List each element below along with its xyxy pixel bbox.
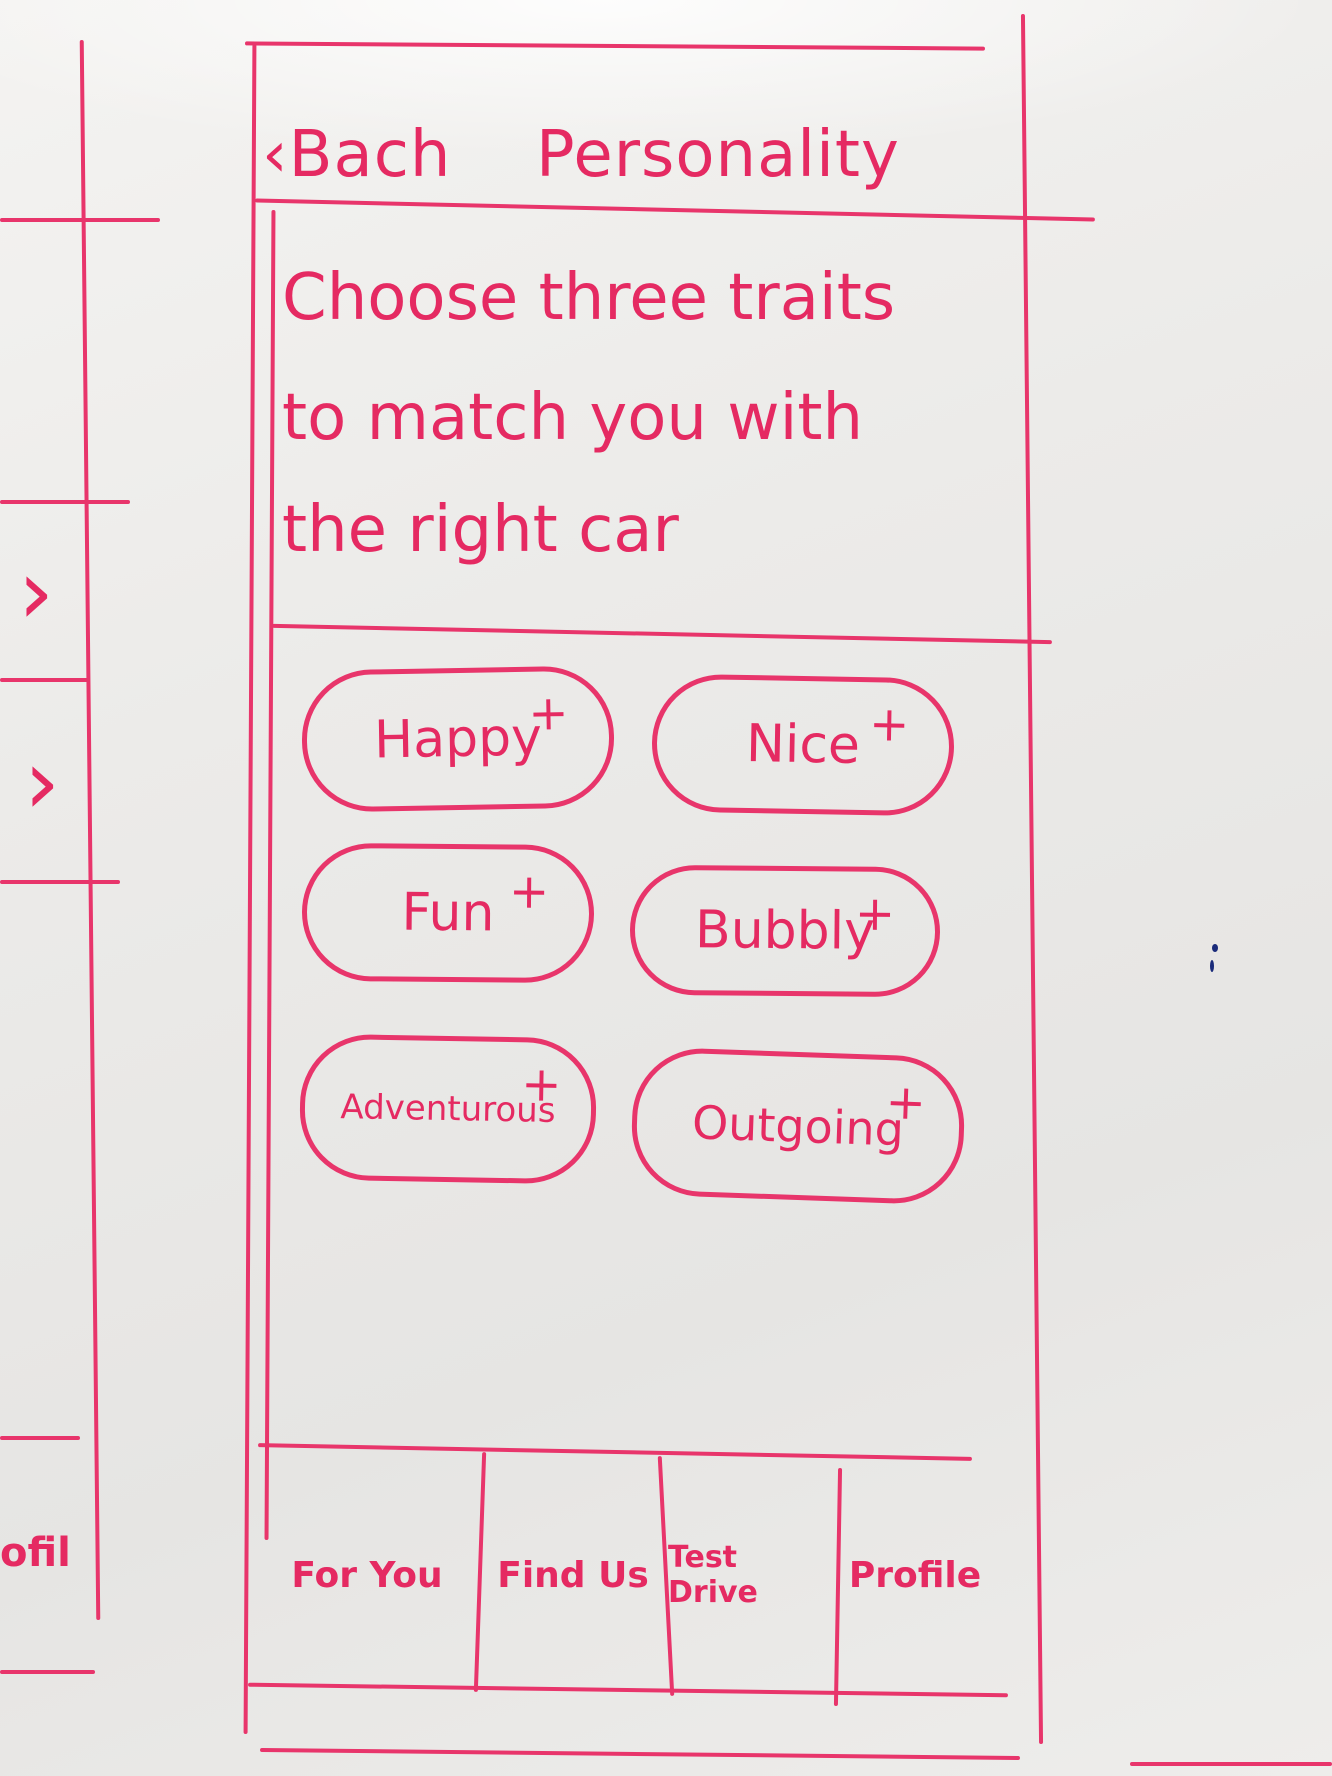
left-sketch-chevron-icon: › — [24, 730, 60, 835]
left-sketch-border — [79, 40, 101, 1620]
tab-label: Test Drive — [668, 1540, 758, 1610]
trait-chip-adventurous[interactable]: Adventurous + — [298, 1033, 598, 1185]
header-divider — [255, 198, 1095, 222]
tab-test-drive[interactable]: Test Drive — [668, 1460, 836, 1690]
left-sketch-chevron-icon: › — [18, 540, 54, 645]
tab-profile[interactable]: Profile — [840, 1460, 990, 1690]
tabbar-top-divider — [258, 1443, 972, 1461]
plus-icon: + — [527, 685, 570, 742]
trait-chip-nice[interactable]: Nice + — [650, 673, 956, 817]
plus-icon: + — [854, 885, 896, 942]
trait-chip-fun[interactable]: Fun + — [301, 842, 595, 984]
left-sketch-divider — [0, 678, 90, 682]
left-sketch-divider — [0, 880, 120, 884]
page-title: Personality — [536, 118, 900, 192]
frame-inner-left-border — [264, 209, 276, 1541]
frame-top-border — [244, 41, 986, 51]
trait-chip-label: Nice — [745, 714, 861, 776]
trait-chip-label: Happy — [373, 707, 543, 771]
trait-chip-bubbly[interactable]: Bubbly + — [629, 864, 941, 998]
instruction-line: to match you with — [282, 381, 864, 455]
next-sketch-edge — [1130, 1762, 1332, 1766]
left-sketch-divider — [0, 500, 130, 504]
tab-label: Profile — [848, 1554, 982, 1596]
left-sketch-label: ofil — [0, 1530, 71, 1576]
tab-find-us[interactable]: Find Us — [482, 1460, 664, 1690]
instruction-line: the right car — [282, 493, 679, 567]
left-sketch-divider — [0, 1436, 80, 1440]
frame-left-border — [243, 44, 257, 1734]
trait-chip-label: Bubbly — [694, 900, 876, 962]
frame-right-border — [1020, 14, 1044, 1744]
tab-for-you[interactable]: For You — [256, 1460, 478, 1690]
plus-icon: + — [884, 1074, 927, 1132]
trait-chip-happy[interactable]: Happy + — [300, 665, 616, 813]
plus-icon: + — [868, 696, 910, 753]
marker-speck — [1210, 960, 1214, 972]
tab-label: For You — [291, 1554, 443, 1596]
tab-label: Find Us — [497, 1554, 649, 1596]
trait-chip-outgoing[interactable]: Outgoing + — [629, 1046, 967, 1206]
trait-chip-label: Fun — [401, 882, 495, 944]
instruction-divider — [272, 623, 1052, 645]
left-sketch-divider — [0, 1670, 95, 1674]
trait-chip-label: Outgoing — [691, 1095, 905, 1157]
back-button[interactable]: ‹Bach — [262, 118, 451, 192]
left-sketch-divider — [0, 218, 160, 222]
next-sketch-edge — [259, 1748, 1021, 1760]
plus-icon: + — [520, 1056, 562, 1113]
instruction-line: Choose three traits — [282, 261, 896, 335]
plus-icon: + — [508, 863, 550, 920]
marker-speck — [1212, 944, 1218, 952]
